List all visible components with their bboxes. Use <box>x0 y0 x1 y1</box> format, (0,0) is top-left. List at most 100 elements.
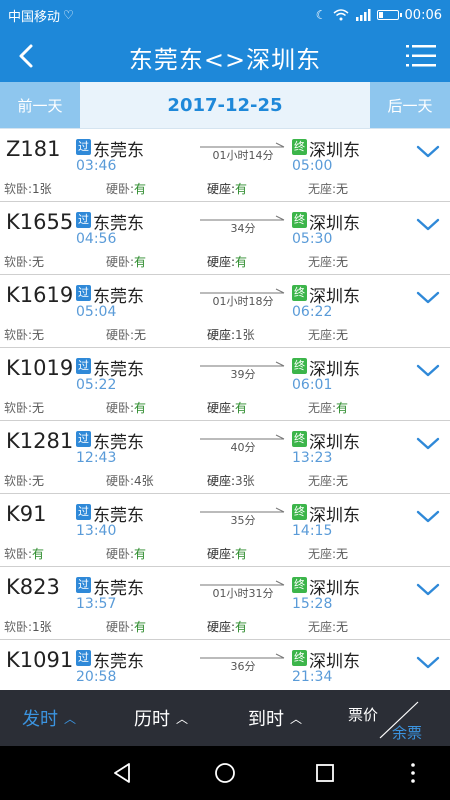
seat-count: 无 <box>32 401 45 415</box>
travel-duration: 40分 <box>230 441 256 454</box>
wifi-icon <box>333 9 349 21</box>
train-number: Z181 <box>6 137 61 161</box>
seat-type-label: 软卧: <box>4 182 33 196</box>
seat-availability: 硬座:有 <box>207 253 247 270</box>
seat-count: 4张 <box>134 474 154 488</box>
seat-availability: 硬座:1张 <box>207 326 255 343</box>
chevron-down-icon[interactable] <box>416 437 440 451</box>
sort-by-price-tab[interactable]: 票价 <box>348 704 378 725</box>
sort-by-arrival-tab[interactable]: 到时 ︿ <box>248 690 302 746</box>
train-row[interactable]: K91 过东莞东 13:40 35分终深圳东 14:15 软卧:有 硬卧:有 硬座:有 无座:无 <box>0 494 450 567</box>
square-recent-icon[interactable] <box>312 760 338 786</box>
seat-type-label: 软卧: <box>4 328 33 342</box>
train-row[interactable]: K1019 过东莞东 05:22 39分终深圳东 06:01 软卧:无 硬卧:有 硬座:有 无座… <box>0 348 450 421</box>
seat-availability: 软卧:无 <box>4 472 44 489</box>
seat-count: 1张 <box>32 182 52 196</box>
seat-availability: 无座:无 <box>308 180 348 197</box>
arrival-time: 15:28 <box>292 596 333 612</box>
terminal-station-badge: 终 <box>292 577 307 593</box>
more-options-icon[interactable] <box>400 760 426 786</box>
chevron-down-icon[interactable] <box>416 218 440 232</box>
departure-time: 13:40 <box>76 523 117 539</box>
seat-type-label: 软卧: <box>4 620 33 634</box>
status-time: 00:06 <box>404 7 442 23</box>
travel-duration: 36分 <box>230 660 256 673</box>
seat-availability: 硬卧:有 <box>106 180 146 197</box>
seat-availability: 硬座:3张 <box>207 472 255 489</box>
next-day-button[interactable]: 后一天 <box>370 82 450 128</box>
seat-type-label: 硬座: <box>207 182 236 196</box>
terminal-station-badge: 终 <box>292 212 307 228</box>
selected-date[interactable]: 2017-12-25 <box>80 82 370 128</box>
train-row[interactable]: K1655 过东莞东 04:56 34分终深圳东 05:30 软卧:无 硬卧:有 硬座:有 无座… <box>0 202 450 275</box>
train-row[interactable]: Z181 过东莞东 03:46 01小时14分终深圳东 05:00 软卧:1张 硬卧:有 硬座… <box>0 129 450 202</box>
departure-time: 04:56 <box>76 231 117 247</box>
battery-icon <box>376 10 402 20</box>
seat-type-label: 硬卧: <box>106 328 135 342</box>
seat-availability: 软卧:1张 <box>4 618 52 635</box>
arrival-time: 14:15 <box>292 523 333 539</box>
seat-availability: 无座:无 <box>308 545 348 562</box>
departure-time: 03:46 <box>76 158 117 174</box>
chevron-up-icon: ︿ <box>64 711 77 726</box>
departure-time: 20:58 <box>76 669 117 685</box>
seat-count: 无 <box>336 328 349 342</box>
seat-count: 3张 <box>235 474 255 488</box>
seat-count: 1张 <box>32 620 52 634</box>
seat-availability: 硬座:有 <box>207 180 247 197</box>
pass-station-badge: 过 <box>76 358 91 374</box>
seat-type-label: 无座: <box>308 255 337 269</box>
travel-duration: 39分 <box>230 368 256 381</box>
train-row[interactable]: K1091过东莞东20:5836分终深圳东21:34软卧:无硬卧:有硬座:有无座… <box>0 640 450 689</box>
circle-home-icon[interactable] <box>212 760 238 786</box>
sort-by-duration-tab[interactable]: 历时 ︿ <box>134 690 188 746</box>
pass-station-badge: 过 <box>76 212 91 228</box>
tab-label: 发时 <box>22 709 58 730</box>
sort-by-tickets-tab[interactable]: 余票 <box>392 722 422 743</box>
triangle-back-icon[interactable] <box>110 760 136 786</box>
seat-count: 有 <box>134 255 147 269</box>
pass-station-badge: 过 <box>76 285 91 301</box>
seat-type-label: 软卧: <box>4 255 33 269</box>
train-number: K823 <box>6 575 60 599</box>
seat-availability: 软卧:无 <box>4 253 44 270</box>
train-list[interactable]: Z181 过东莞东 03:46 01小时14分终深圳东 05:00 软卧:1张 硬卧:有 硬座… <box>0 129 450 689</box>
seat-type-label: 无座: <box>308 182 337 196</box>
train-row[interactable]: K1281 过东莞东 12:43 40分终深圳东 13:23 软卧:无 硬卧:4张 硬座:3张… <box>0 421 450 494</box>
departure-time: 05:04 <box>76 304 117 320</box>
seat-count: 无 <box>134 328 147 342</box>
seat-availability: 硬座:有 <box>207 399 247 416</box>
sort-by-departure-tab[interactable]: 发时 ︿ <box>22 690 76 746</box>
pass-station-badge: 过 <box>76 504 91 520</box>
seat-type-label: 硬座: <box>207 255 236 269</box>
train-row[interactable]: K823 过东莞东 13:57 01小时31分终深圳东 15:28 软卧:1张 硬卧:有 硬座… <box>0 567 450 640</box>
chevron-down-icon[interactable] <box>416 364 440 378</box>
travel-duration: 01小时14分 <box>212 149 274 162</box>
seat-count: 有 <box>235 182 248 196</box>
seat-availability: 软卧:无 <box>4 326 44 343</box>
train-row[interactable]: K1619 过东莞东 05:04 01小时18分终深圳东 06:22 软卧:无 硬卧:无 硬座… <box>0 275 450 348</box>
chevron-down-icon[interactable] <box>416 656 440 670</box>
seat-type-label: 硬座: <box>207 620 236 634</box>
seat-count: 有 <box>134 620 147 634</box>
chevron-down-icon[interactable] <box>416 145 440 159</box>
sort-bar: 发时 ︿ 历时 ︿ 到时 ︿ 票价 余票 <box>0 690 450 746</box>
list-menu-icon[interactable] <box>406 43 436 69</box>
prev-day-button[interactable]: 前一天 <box>0 82 80 128</box>
seat-availability: 无座:无 <box>308 618 348 635</box>
seat-availability: 无座:无 <box>308 326 348 343</box>
seat-type-label: 硬卧: <box>106 401 135 415</box>
arrival-time: 21:34 <box>292 669 333 685</box>
chevron-down-icon[interactable] <box>416 510 440 524</box>
seat-type-label: 软卧: <box>4 401 33 415</box>
arrival-time: 13:23 <box>292 450 333 466</box>
seat-type-label: 硬座: <box>207 474 236 488</box>
seat-availability: 软卧:无 <box>4 399 44 416</box>
seat-count: 有 <box>235 620 248 634</box>
seat-count: 有 <box>235 401 248 415</box>
chevron-down-icon[interactable] <box>416 291 440 305</box>
pass-station-badge: 过 <box>76 431 91 447</box>
seat-type-label: 无座: <box>308 474 337 488</box>
chevron-down-icon[interactable] <box>416 583 440 597</box>
seat-count: 有 <box>32 547 45 561</box>
